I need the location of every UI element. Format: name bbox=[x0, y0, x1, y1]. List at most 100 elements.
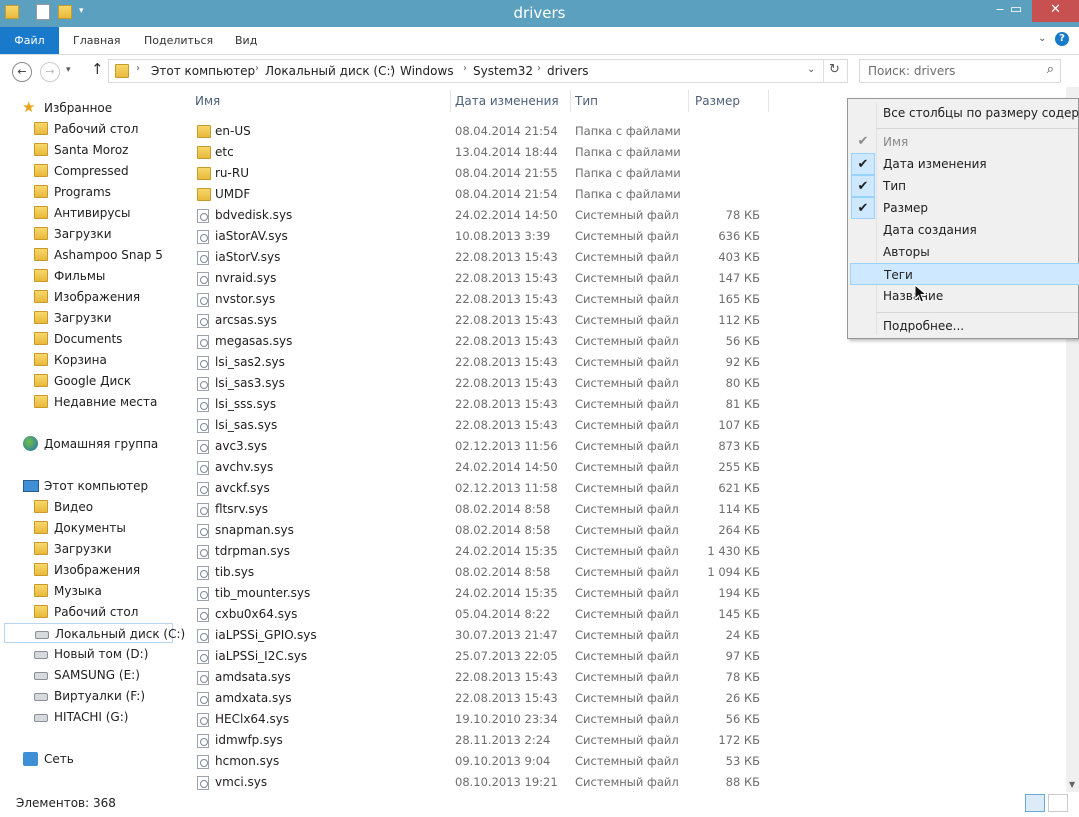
chevron-down-icon[interactable]: ⌄ bbox=[1038, 33, 1046, 44]
file-row[interactable]: lsi_sss.sys 22.08.2013 15:43 Системный фай… bbox=[180, 394, 820, 415]
tab-share[interactable]: Поделиться bbox=[130, 27, 227, 54]
nav-favorite-item[interactable]: Programs bbox=[0, 182, 170, 202]
file-row[interactable]: amdxata.sys 22.08.2013 15:43 Системный фай… bbox=[180, 688, 820, 709]
file-row[interactable]: iaLPSSi_I2C.sys 25.07.2013 22:05 Системный… bbox=[180, 646, 820, 667]
nav-favorite-item[interactable]: Антивирусы bbox=[0, 203, 170, 223]
nav-favorite-item[interactable]: Изображения bbox=[0, 287, 170, 307]
file-row[interactable]: HEClx64.sys 19.10.2010 23:34 Системный фай… bbox=[180, 709, 820, 730]
column-header-name[interactable]: Имя bbox=[195, 94, 220, 108]
nav-favorite-item[interactable]: Корзина bbox=[0, 350, 170, 370]
chevron-right-icon[interactable]: › bbox=[255, 63, 259, 74]
large-icons-view-icon[interactable] bbox=[1048, 794, 1068, 812]
nav-library-item[interactable]: Музыка bbox=[0, 581, 170, 601]
nav-library-item[interactable]: Документы bbox=[0, 518, 170, 538]
file-row[interactable]: idmwfp.sys 28.11.2013 2:24 Системный файл 1… bbox=[180, 730, 820, 751]
file-row[interactable]: vmci.sys 08.10.2013 19:21 Системный файл 88… bbox=[180, 772, 820, 793]
nav-favorite-item[interactable]: Загрузки bbox=[0, 224, 170, 244]
chevron-right-icon[interactable]: › bbox=[463, 63, 467, 74]
nav-favorite-item[interactable]: Загрузки bbox=[0, 308, 170, 328]
file-row[interactable]: hcmon.sys 09.10.2013 9:04 Системный файл 53… bbox=[180, 751, 820, 772]
file-row[interactable]: tdrpman.sys 24.02.2014 15:35 Системный фай… bbox=[180, 541, 820, 562]
recent-locations-icon[interactable]: ▾ bbox=[66, 65, 71, 75]
file-row[interactable]: en-US 08.04.2014 21:54 Папка с файлами bbox=[180, 121, 820, 142]
file-row[interactable]: UMDF 08.04.2014 21:54 Папка с файлами bbox=[180, 184, 820, 205]
file-row[interactable]: tib_mounter.sys 24.02.2014 15:35 Системный… bbox=[180, 583, 820, 604]
nav-favorite-item[interactable]: Фильмы bbox=[0, 266, 170, 286]
nav-favorite-item[interactable]: Google Диск bbox=[0, 371, 170, 391]
column-divider[interactable] bbox=[570, 90, 571, 112]
column-divider[interactable] bbox=[768, 90, 769, 112]
menu-item-column-toggle[interactable]: Авторы bbox=[850, 241, 1079, 263]
file-row[interactable]: nvraid.sys 22.08.2013 15:43 Системный файл… bbox=[180, 268, 820, 289]
nav-favorites[interactable]: ★ Избранное bbox=[0, 98, 170, 118]
file-row[interactable]: iaLPSSi_GPIO.sys 30.07.2013 21:47 Системны… bbox=[180, 625, 820, 646]
menu-item-column-toggle[interactable]: ✔ Дата изменения bbox=[850, 153, 1079, 175]
chevron-right-icon[interactable]: › bbox=[537, 63, 541, 74]
address-bar[interactable]: › Этот компьютер › Локальный диск (C:) ›… bbox=[108, 59, 848, 83]
help-icon[interactable]: ? bbox=[1055, 32, 1069, 46]
nav-homegroup[interactable]: Домашняя группа bbox=[0, 434, 170, 454]
menu-item-column-toggle[interactable]: ✔ Тип bbox=[850, 175, 1079, 197]
nav-drive-item[interactable]: SAMSUNG (E:) bbox=[0, 665, 170, 685]
column-header-size[interactable]: Размер bbox=[695, 94, 740, 108]
file-row[interactable]: avckf.sys 02.12.2013 11:58 Системный файл 6… bbox=[180, 478, 820, 499]
nav-library-item[interactable]: Видео bbox=[0, 497, 170, 517]
file-row[interactable]: avchv.sys 24.02.2014 14:50 Системный файл 2… bbox=[180, 457, 820, 478]
nav-drive-item[interactable]: HITACHI (G:) bbox=[0, 707, 170, 727]
file-row[interactable]: tib.sys 08.02.2014 8:58 Системный файл 1 09… bbox=[180, 562, 820, 583]
nav-favorite-item[interactable]: Рабочий стол bbox=[0, 119, 170, 139]
details-view-icon[interactable] bbox=[1025, 794, 1045, 812]
forward-button[interactable]: → bbox=[40, 62, 60, 82]
chevron-down-icon[interactable]: ⌄ bbox=[807, 64, 815, 75]
file-row[interactable]: amdsata.sys 22.08.2013 15:43 Системный фай… bbox=[180, 667, 820, 688]
column-header-type[interactable]: Тип bbox=[575, 94, 598, 108]
nav-library-item[interactable]: Рабочий стол bbox=[0, 602, 170, 622]
column-header-date[interactable]: Дата изменения bbox=[455, 94, 559, 108]
chevron-right-icon[interactable]: › bbox=[136, 63, 140, 74]
chevron-right-icon[interactable]: › bbox=[390, 63, 394, 74]
nav-network[interactable]: Сеть bbox=[0, 749, 170, 769]
file-row[interactable]: lsi_sas2.sys 22.08.2013 15:43 Системный фа… bbox=[180, 352, 820, 373]
nav-favorite-item[interactable]: Santa Moroz bbox=[0, 140, 170, 160]
file-row[interactable]: ru-RU 08.04.2014 21:55 Папка с файлами bbox=[180, 163, 820, 184]
close-button[interactable]: ✕ bbox=[1032, 0, 1079, 22]
back-button[interactable]: ← bbox=[12, 62, 32, 82]
nav-drive-item[interactable]: Локальный диск (C:) bbox=[4, 623, 185, 643]
refresh-icon[interactable]: ↻ bbox=[829, 62, 840, 77]
file-row[interactable]: lsi_sas.sys 22.08.2013 15:43 Системный фай… bbox=[180, 415, 820, 436]
tab-view[interactable]: Вид bbox=[221, 27, 271, 54]
file-row[interactable]: iaStorAV.sys 10.08.2013 3:39 Системный фай… bbox=[180, 226, 820, 247]
file-row[interactable]: cxbu0x64.sys 05.04.2014 8:22 Системный фай… bbox=[180, 604, 820, 625]
up-button[interactable]: ↑ bbox=[91, 60, 104, 78]
file-row[interactable]: avc3.sys 02.12.2013 11:56 Системный файл 87… bbox=[180, 436, 820, 457]
nav-favorite-item[interactable]: Documents bbox=[0, 329, 170, 349]
file-row[interactable]: etc 13.04.2014 18:44 Папка с файлами bbox=[180, 142, 820, 163]
file-row[interactable]: arcsas.sys 22.08.2013 15:43 Системный файл… bbox=[180, 310, 820, 331]
menu-item-more[interactable]: Подробнее... bbox=[850, 315, 1079, 337]
breadcrumb-system32[interactable]: System32 bbox=[473, 64, 533, 78]
nav-favorite-item[interactable]: Недавние места bbox=[0, 392, 170, 412]
nav-this-pc[interactable]: Этот компьютер bbox=[0, 476, 170, 496]
breadcrumb-computer[interactable]: Этот компьютер bbox=[151, 64, 255, 78]
column-divider[interactable] bbox=[450, 90, 451, 112]
search-input[interactable]: Поиск: drivers ⌕ bbox=[859, 59, 1061, 83]
nav-favorite-item[interactable]: Compressed bbox=[0, 161, 170, 181]
nav-library-item[interactable]: Загрузки bbox=[0, 539, 170, 559]
menu-item-column-toggle[interactable]: Теги bbox=[850, 263, 1079, 285]
menu-item-column-toggle[interactable]: ✔ Имя bbox=[850, 131, 1079, 153]
file-row[interactable]: snapman.sys 08.02.2014 8:58 Системный файл… bbox=[180, 520, 820, 541]
tab-file[interactable]: Файл bbox=[0, 27, 59, 54]
file-row[interactable]: lsi_sas3.sys 22.08.2013 15:43 Системный фа… bbox=[180, 373, 820, 394]
file-row[interactable]: megasas.sys 22.08.2013 15:43 Системный фай… bbox=[180, 331, 820, 352]
file-row[interactable]: fltsrv.sys 08.02.2014 8:58 Системный файл 1… bbox=[180, 499, 820, 520]
nav-drive-item[interactable]: Виртуалки (F:) bbox=[0, 686, 170, 706]
nav-library-item[interactable]: Изображения bbox=[0, 560, 170, 580]
maximize-button[interactable]: ▭ bbox=[1000, 0, 1032, 22]
breadcrumb-local-disk[interactable]: Локальный диск (C:) bbox=[265, 64, 395, 78]
file-row[interactable]: nvstor.sys 22.08.2013 15:43 Системный файл… bbox=[180, 289, 820, 310]
menu-item-fit-all-columns[interactable]: Все столбцы по размеру содержим bbox=[850, 102, 1079, 124]
menu-item-column-toggle[interactable]: ✔ Размер bbox=[850, 197, 1079, 219]
column-divider[interactable] bbox=[688, 90, 689, 112]
menu-item-column-toggle[interactable]: Название bbox=[850, 285, 1079, 307]
menu-item-column-toggle[interactable]: Дата создания bbox=[850, 219, 1079, 241]
